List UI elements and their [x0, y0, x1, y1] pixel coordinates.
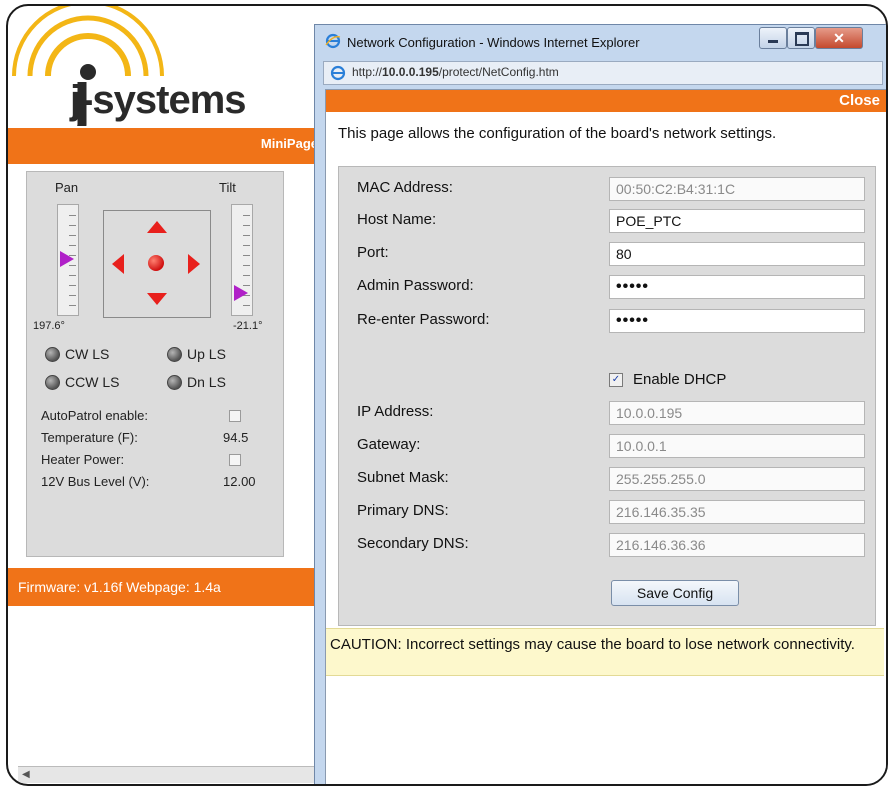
- window-title: Network Configuration - Windows Internet…: [347, 35, 640, 50]
- title-bar[interactable]: Network Configuration - Windows Internet…: [315, 25, 886, 59]
- screen-frame: j-systems MiniPage Pan Tilt 197.6° -21.1…: [6, 4, 888, 786]
- url-prefix: http://: [352, 65, 383, 79]
- arrow-down-icon[interactable]: [147, 293, 167, 305]
- temperature-label: Temperature (F):: [41, 430, 138, 445]
- tilt-marker-icon[interactable]: [234, 285, 248, 301]
- ptz-joystick: [103, 210, 211, 318]
- dn-ls-indicator: Dn LS: [167, 374, 226, 390]
- heater-power-label: Heater Power:: [41, 452, 125, 467]
- ie-page-icon: [330, 65, 346, 81]
- close-bar: Close: [326, 90, 886, 112]
- ip-address-label: IP Address:: [357, 403, 434, 420]
- host-name-field[interactable]: [609, 209, 865, 233]
- mac-field: [609, 177, 865, 201]
- led-icon: [167, 374, 182, 390]
- subnet-mask-field: [609, 467, 865, 491]
- host-name-label: Host Name:: [357, 211, 437, 228]
- close-link[interactable]: Close: [839, 92, 880, 109]
- port-field[interactable]: [609, 242, 865, 266]
- up-ls-label: Up LS: [187, 346, 226, 362]
- home-center-icon[interactable]: [148, 255, 164, 271]
- nav-bar: MiniPage: [8, 128, 324, 164]
- url-text: http://10.0.0.195/protect/NetConfig.htm: [352, 65, 559, 79]
- up-ls-indicator: Up LS: [167, 346, 226, 362]
- tilt-label: Tilt: [219, 180, 236, 195]
- bus-level-label: 12V Bus Level (V):: [41, 474, 150, 489]
- admin-password-label: Admin Password:: [357, 277, 474, 294]
- address-bar[interactable]: http://10.0.0.195/protect/NetConfig.htm: [323, 61, 883, 85]
- tilt-slider[interactable]: [231, 204, 253, 316]
- autopatrol-label: AutoPatrol enable:: [41, 408, 148, 423]
- mac-label: MAC Address:: [357, 179, 453, 196]
- close-x-icon: ✕: [833, 30, 845, 46]
- temperature-value: 94.5: [223, 430, 249, 445]
- secondary-dns-field: [609, 533, 865, 557]
- port-label: Port:: [357, 244, 389, 261]
- primary-dns-field: [609, 500, 865, 524]
- minimize-button[interactable]: [759, 27, 787, 49]
- ip-address-field: [609, 401, 865, 425]
- tilt-value: -21.1°: [233, 320, 263, 332]
- admin-password-field[interactable]: •••••: [609, 275, 865, 299]
- maximize-icon: [795, 32, 809, 46]
- firmware-bar: Firmware: v1.16f Webpage: 1.4a: [8, 568, 318, 606]
- network-config-window: Network Configuration - Windows Internet…: [314, 24, 886, 784]
- led-icon: [45, 346, 60, 362]
- scroll-left-icon[interactable]: ◀: [22, 769, 30, 780]
- heater-power-checkbox[interactable]: [229, 454, 241, 466]
- led-icon: [45, 374, 60, 390]
- subnet-mask-label: Subnet Mask:: [357, 469, 449, 486]
- maximize-button[interactable]: [787, 27, 815, 49]
- cw-ls-label: CW LS: [65, 346, 110, 362]
- secondary-dns-label: Secondary DNS:: [357, 535, 469, 552]
- pan-slider[interactable]: [57, 204, 79, 316]
- logo-text: j-systems: [70, 78, 247, 122]
- minimize-icon: [768, 40, 778, 43]
- led-icon: [167, 346, 182, 362]
- intro-text: This page allows the configuration of th…: [338, 125, 777, 142]
- pan-label: Pan: [55, 180, 79, 195]
- reenter-password-field[interactable]: •••••: [609, 309, 865, 333]
- pan-marker-icon[interactable]: [60, 251, 74, 267]
- pan-value: 197.6°: [33, 320, 65, 332]
- dhcp-label: Enable DHCP: [633, 371, 727, 388]
- autopatrol-checkbox[interactable]: [229, 410, 241, 422]
- enable-dhcp-toggle[interactable]: ✓ Enable DHCP: [609, 371, 726, 388]
- save-config-button[interactable]: Save Config: [611, 580, 739, 606]
- gateway-label: Gateway:: [357, 436, 421, 453]
- minipage-link[interactable]: MiniPage: [261, 136, 318, 151]
- dhcp-checkbox[interactable]: ✓: [609, 372, 623, 387]
- bus-level-value: 12.00: [223, 474, 256, 489]
- ccw-ls-indicator: CCW LS: [45, 374, 119, 390]
- page-content: Close This page allows the configuration…: [325, 89, 886, 784]
- arrow-up-icon[interactable]: [147, 221, 167, 233]
- gateway-field: [609, 434, 865, 458]
- ccw-ls-label: CCW LS: [65, 374, 120, 390]
- camera-control-panel: Pan Tilt 197.6° -21.1° CW LS Up LS CCW L…: [26, 171, 284, 557]
- arrow-left-icon[interactable]: [112, 254, 124, 274]
- reenter-password-label: Re-enter Password:: [357, 311, 490, 328]
- url-host: 10.0.0.195: [382, 65, 439, 79]
- ie-icon: [325, 33, 341, 49]
- cw-ls-indicator: CW LS: [45, 346, 109, 362]
- close-window-button[interactable]: ✕: [815, 27, 863, 49]
- arrow-right-icon[interactable]: [188, 254, 200, 274]
- dn-ls-label: Dn LS: [187, 374, 226, 390]
- primary-dns-label: Primary DNS:: [357, 502, 449, 519]
- network-form: MAC Address: Host Name: Port: Admin Pass…: [338, 166, 876, 626]
- horizontal-scrollbar[interactable]: ◀: [18, 766, 318, 783]
- url-path: /protect/NetConfig.htm: [438, 65, 559, 79]
- caution-message: CAUTION: Incorrect settings may cause th…: [326, 628, 884, 676]
- logo: j-systems: [8, 6, 308, 137]
